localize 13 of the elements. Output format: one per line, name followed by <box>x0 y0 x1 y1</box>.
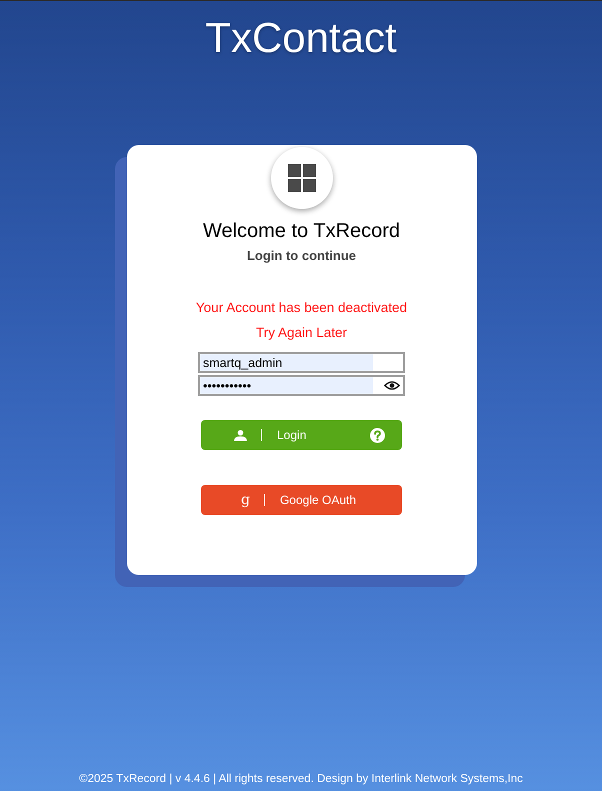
username-field[interactable]: smartq_admin <box>198 352 405 373</box>
error-message: Try Again Later <box>256 324 348 342</box>
help-icon[interactable] <box>370 428 385 442</box>
welcome-heading: Welcome to TxRecord <box>202 219 400 244</box>
google-g-icon: g <box>241 492 250 508</box>
app-title: TxContact <box>205 13 397 63</box>
user-icon <box>234 430 247 440</box>
password-field[interactable]: ••••••••••• <box>198 375 405 396</box>
error-message: Your Account has been deactivated <box>196 299 408 317</box>
login-subheading: Login to continue <box>246 247 356 265</box>
footer-copyright: ©2025 TxRecord | v 4.4.6 | All rights reserved. Design by Interlink Network Systems,Inc <box>79 772 523 787</box>
eye-icon[interactable] <box>384 380 400 391</box>
google-oauth-button[interactable]: g Google OAuth <box>201 485 402 515</box>
